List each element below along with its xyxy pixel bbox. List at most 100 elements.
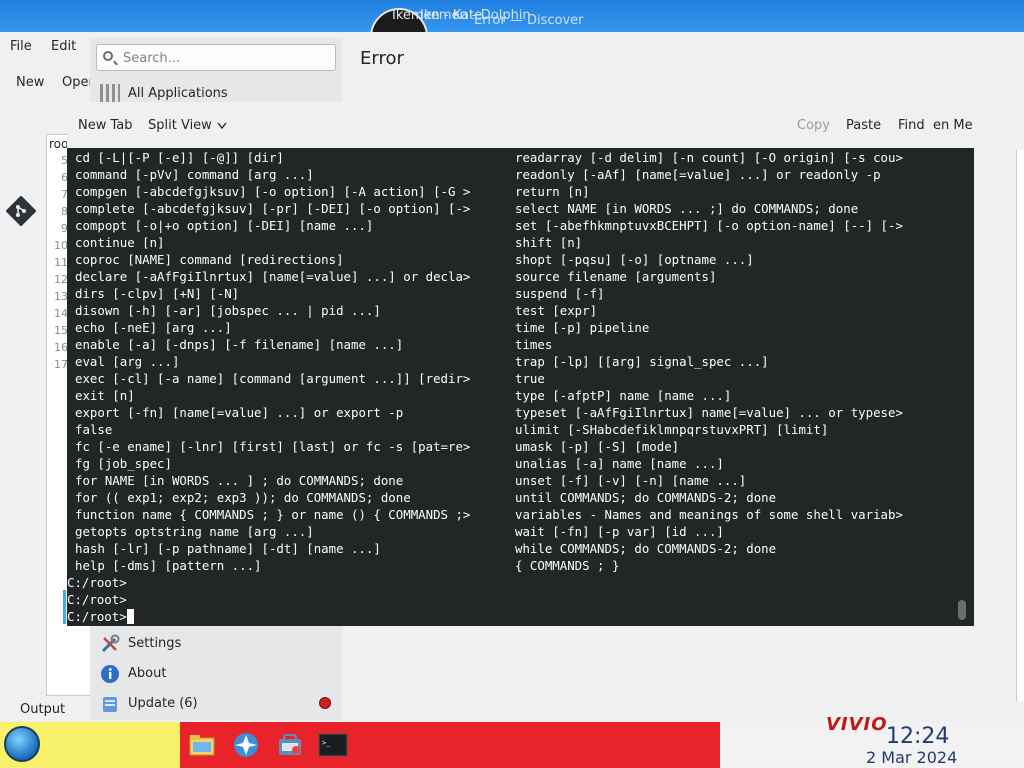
app-launcher-icon[interactable] [231, 730, 261, 760]
terminal-help-line: compopt [-o|+o option] [-DEI] [name ...] [75, 218, 374, 233]
chevron-down-icon[interactable] [217, 122, 227, 130]
paste-button[interactable]: Paste [846, 118, 881, 133]
terminal-help-line: eval [arg ...] [75, 354, 180, 369]
update-package-icon [103, 697, 117, 712]
terminal-help-line: fg [job_spec] [75, 456, 172, 471]
line-number: 16 [54, 341, 68, 354]
kate-line-numbers: 5 6 7 8 9 10 11 12 13 14 15 16 17 [50, 152, 68, 373]
terminal-help-line: while COMMANDS; do COMMANDS-2; done [515, 541, 777, 556]
grid-icon [100, 84, 120, 104]
menu-edit[interactable]: Edit [51, 39, 76, 54]
terminal-help-line: readarray [-d delim] [-n count] [-O orig… [515, 150, 903, 165]
terminal-icon[interactable]: >_ [318, 730, 348, 760]
terminal-help-line: for (( exp1; exp2; exp3 )); do COMMANDS;… [75, 490, 411, 505]
launcher-search-field[interactable] [96, 44, 336, 71]
kate-side-panel [1016, 150, 1024, 702]
discover-page-title: Error [360, 48, 404, 69]
prompt-text: C:/root> [67, 575, 127, 590]
terminal-scrollbar[interactable] [958, 600, 966, 620]
kate-doc-label: roo [49, 137, 69, 151]
kate-new-button[interactable]: New [16, 75, 44, 90]
line-number: 17 [54, 358, 68, 371]
software-store-icon[interactable] [275, 730, 305, 760]
prompt-text: C:/root> [67, 592, 127, 607]
split-view-button[interactable]: Split View [148, 118, 212, 133]
terminal-help-line: wait [-fn] [-p var] [id ...] [515, 524, 724, 539]
terminal-help-line: coproc [NAME] command [redirections] [75, 252, 344, 267]
terminal-area[interactable]: cd [-L|[-P [-e]] [-@]] [dir] command [-pV… [67, 148, 974, 626]
svg-text:>_: >_ [322, 739, 331, 747]
terminal-help-line: shopt [-pqsu] [-o] [optname ...] [515, 252, 754, 267]
settings-label: Settings [128, 636, 182, 651]
line-number: 8 [61, 205, 68, 218]
terminal-help-line: shift [n] [515, 235, 583, 250]
terminal-help-line: declare [-aAfFgiIlnrtux] [name[=value] .… [75, 269, 471, 284]
terminal-help-line: hash [-lr] [-p pathname] [-dt] [name ...… [75, 541, 381, 556]
terminal-help-line: false [75, 422, 113, 437]
terminal-help-line: true [515, 371, 545, 386]
konsole-toolbar: New Tab Split View Copy Paste Find en Me [67, 102, 974, 149]
line-number: 14 [54, 307, 68, 320]
kate-output-tab[interactable]: Output [20, 702, 65, 717]
discover-window-title: Error — Discover [474, 13, 584, 28]
search-icon [103, 51, 113, 61]
terminal-help-line: trap [-lp] [[arg] signal_spec ...] [515, 354, 769, 369]
line-number: 15 [54, 324, 68, 337]
file-manager-icon[interactable] [187, 730, 217, 760]
line-number: 6 [61, 171, 68, 184]
launcher-update[interactable]: Update (6) [96, 690, 336, 718]
terminal-help-line: continue [n] [75, 235, 165, 250]
terminal-help-line: suspend [-f] [515, 286, 605, 301]
terminal-help-line: return [n] [515, 184, 590, 199]
terminal-help-line: disown [-h] [-ar] [jobspec ... | pid ...… [75, 303, 381, 318]
hamburger-menu-button[interactable]: en Me [933, 118, 973, 133]
background-window-titles: Ikemen - Kate Ikemen - Dolphin Error — D… [380, 8, 640, 28]
line-number: 11 [54, 256, 68, 269]
terminal-help-line: times [515, 337, 553, 352]
terminal-help-line: typeset [-aAfFgiIlnrtux] name[=value] ..… [515, 405, 903, 420]
start-icon[interactable] [4, 726, 40, 762]
find-button[interactable]: Find [898, 118, 925, 133]
terminal-help-line: unset [-f] [-v] [-n] [name ...] [515, 473, 747, 488]
about-label: About [128, 666, 167, 681]
terminal-help-line: help [-dms] [pattern ...] [75, 558, 262, 573]
clock-time[interactable]: 12:24 [886, 724, 949, 749]
terminal-help-line: { COMMANDS ; } [515, 558, 620, 573]
new-tab-button[interactable]: New Tab [78, 118, 133, 133]
kate-menubar: File Edit [0, 32, 100, 60]
all-applications-label: All Applications [128, 86, 228, 101]
terminal-help-line: dirs [-clpv] [+N] [-N] [75, 286, 240, 301]
launcher-search-input[interactable] [121, 48, 325, 69]
terminal-help-line: unalias [-a] name [name ...] [515, 456, 724, 471]
launcher-settings[interactable]: Settings [96, 630, 336, 658]
launcher-about[interactable]: About [96, 660, 336, 688]
terminal-help-line: compgen [-abcdefgjksuv] [-o option] [-A … [75, 184, 471, 199]
terminal-help-line: complete [-abcdefgjksuv] [-pr] [-DEI] [-… [75, 201, 471, 216]
git-icon[interactable] [6, 196, 36, 226]
terminal-prompt: C:/root> [67, 608, 134, 625]
update-notification-badge [319, 697, 331, 709]
terminal-help-line: ulimit [-SHabcdefiklmnpqrstuvxPRT] [limi… [515, 422, 829, 437]
terminal-help-line: variables - Names and meanings of some s… [515, 507, 903, 522]
terminal-help-line: readonly [-aAf] [name[=value] ...] or re… [515, 167, 881, 182]
clock-date[interactable]: 2 Mar 2024 [866, 748, 957, 767]
terminal-help-line: cd [-L|[-P [-e]] [-@]] [dir] [75, 150, 284, 165]
copy-button[interactable]: Copy [797, 118, 830, 133]
terminal-help-line: fc [-e ename] [-lnr] [first] [last] or f… [75, 439, 471, 454]
terminal-help-line: test [expr] [515, 303, 598, 318]
terminal-help-line: set [-abefhkmnptuvxBCEHPT] [-o option-na… [515, 218, 903, 233]
update-label: Update (6) [128, 696, 198, 711]
wallpaper-text: VIVIO [826, 714, 888, 735]
terminal-help-line: select NAME [in WORDS ... ;] do COMMANDS… [515, 201, 859, 216]
terminal-help-line: exit [n] [75, 388, 135, 403]
terminal-help-line: time [-p] pipeline [515, 320, 650, 335]
terminal-cursor [126, 609, 134, 624]
terminal-help-line: umask [-p] [-S] [mode] [515, 439, 680, 454]
terminal-help-line: enable [-a] [-dnps] [-f filename] [name … [75, 337, 404, 352]
terminal-help-line: source filename [arguments] [515, 269, 717, 284]
terminal-prompt: C:/root> [67, 574, 127, 591]
menu-file[interactable]: File [10, 39, 32, 54]
terminal-help-line: export [-fn] [name[=value] ...] or expor… [75, 405, 404, 420]
line-number: 13 [54, 290, 68, 303]
terminal-help-line: echo [-neE] [arg ...] [75, 320, 232, 335]
